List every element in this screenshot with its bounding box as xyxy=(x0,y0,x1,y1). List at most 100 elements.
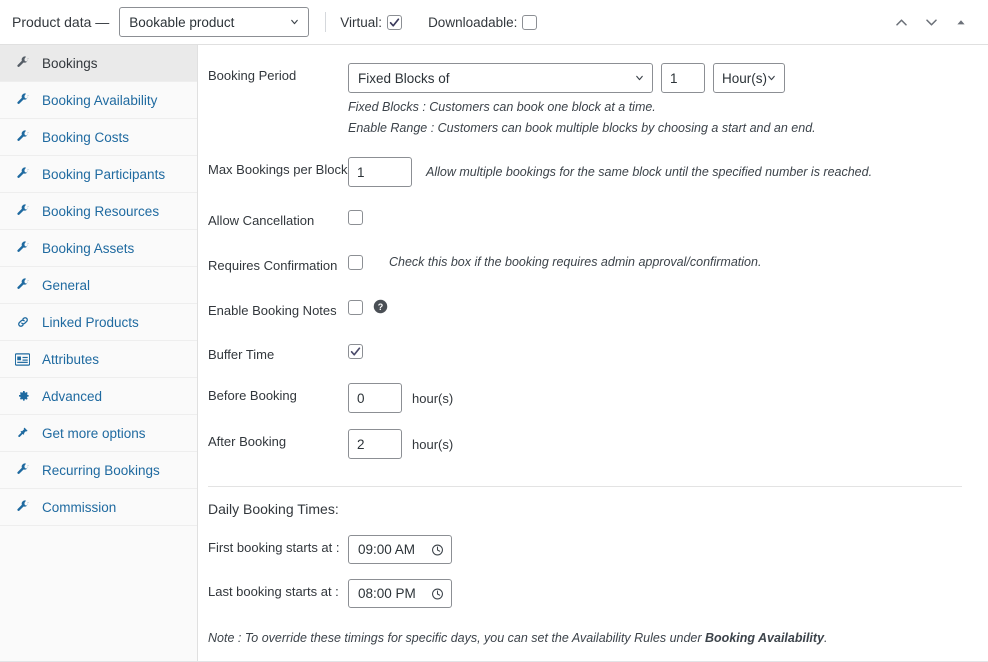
gear-icon xyxy=(14,389,31,403)
booking-period-unit-select[interactable]: Hour(s) xyxy=(713,63,785,93)
sidebar-item-label: Booking Availability xyxy=(42,92,158,108)
sidebar-item-label: Booking Assets xyxy=(42,240,135,256)
buffer-time-label: Buffer Time xyxy=(208,347,275,362)
sidebar-item-label: Get more options xyxy=(42,425,146,441)
max-bookings-desc: Allow multiple bookings for the same blo… xyxy=(426,165,873,179)
wrench-icon xyxy=(14,93,31,107)
sidebar-item-booking-availability[interactable]: Booking Availability xyxy=(0,82,197,119)
product-data-sidebar: Bookings Booking Availability Booking Co… xyxy=(0,45,198,661)
sidebar-item-label: Linked Products xyxy=(42,314,139,330)
bookings-settings-content: Booking Period Fixed Blocks of Hour(s) xyxy=(198,45,988,661)
header-divider xyxy=(325,12,327,32)
plug-icon xyxy=(14,426,31,440)
panel-header: Product data — Bookable product Virtual:… xyxy=(0,0,988,45)
virtual-field[interactable]: Virtual: xyxy=(340,14,403,30)
requires-confirmation-checkbox[interactable] xyxy=(348,255,363,270)
checkmark-icon xyxy=(350,347,361,356)
downloadable-label: Downloadable: xyxy=(428,14,518,30)
sidebar-item-label: Advanced xyxy=(42,388,103,404)
wrench-icon xyxy=(14,241,31,255)
wrench-icon xyxy=(14,463,31,477)
sidebar-item-label: Recurring Bookings xyxy=(42,462,160,478)
booking-period-label: Booking Period xyxy=(208,68,297,83)
max-bookings-label: Max Bookings per Block xyxy=(208,162,348,177)
after-booking-unit: hour(s) xyxy=(412,436,454,452)
sidebar-item-bookings[interactable]: Bookings xyxy=(0,45,197,82)
before-booking-unit: hour(s) xyxy=(412,390,454,406)
sidebar-item-get-more-options[interactable]: Get more options xyxy=(0,415,197,452)
allow-cancellation-row: Allow Cancellation xyxy=(198,208,976,230)
clock-icon xyxy=(432,544,443,555)
max-bookings-input[interactable] xyxy=(348,157,412,187)
booking-period-desc-row: Fixed Blocks : Customers can book one bl… xyxy=(198,97,976,139)
enable-booking-notes-checkbox[interactable] xyxy=(348,300,363,315)
wrench-icon xyxy=(14,278,31,292)
panel-body: Bookings Booking Availability Booking Co… xyxy=(0,45,988,661)
allow-cancellation-checkbox[interactable] xyxy=(348,210,363,225)
last-booking-time-input[interactable]: 08:00 PM xyxy=(348,579,452,608)
sidebar-item-linked-products[interactable]: Linked Products xyxy=(0,304,197,341)
sidebar-item-label: Bookings xyxy=(42,55,98,71)
availability-note-suffix: . xyxy=(824,631,828,645)
sidebar-item-label: Booking Resources xyxy=(42,203,160,219)
spacer-label xyxy=(208,97,348,101)
sidebar-item-label: Attributes xyxy=(42,351,100,367)
downloadable-field[interactable]: Downloadable: xyxy=(428,14,538,30)
requires-confirmation-row: Requires Confirmation Check this box if … xyxy=(198,253,976,275)
product-type-select[interactable]: Bookable product xyxy=(119,7,310,37)
sidebar-item-booking-participants[interactable]: Booking Participants xyxy=(0,156,197,193)
booking-period-desc-range: Enable Range : Customers can book multip… xyxy=(348,121,816,135)
sidebar-item-attributes[interactable]: Attributes xyxy=(0,341,197,378)
max-bookings-row: Max Bookings per Block Allow multiple bo… xyxy=(198,157,976,187)
panel-header-tools xyxy=(890,11,976,33)
allow-cancellation-label: Allow Cancellation xyxy=(208,213,315,228)
booking-period-mode-select[interactable]: Fixed Blocks of xyxy=(348,63,653,93)
daily-booking-times-title: Daily Booking Times: xyxy=(208,501,339,517)
booking-period-unit-value: Hour(s) xyxy=(722,70,768,86)
help-icon[interactable]: ? xyxy=(373,299,389,315)
requires-confirmation-label: Requires Confirmation xyxy=(208,258,338,273)
booking-period-row: Booking Period Fixed Blocks of Hour(s) xyxy=(198,63,976,93)
chevron-down-icon xyxy=(768,75,775,81)
first-booking-time-input[interactable]: 09:00 AM xyxy=(348,535,452,564)
move-up-icon[interactable] xyxy=(890,11,912,33)
wrench-icon xyxy=(14,130,31,144)
buffer-time-checkbox[interactable] xyxy=(348,344,363,359)
before-booking-input[interactable] xyxy=(348,383,402,413)
availability-note: Note : To override these timings for spe… xyxy=(198,629,976,647)
booking-period-count-input[interactable] xyxy=(661,63,705,93)
sidebar-item-label: General xyxy=(42,277,91,293)
product-type-value: Bookable product xyxy=(129,14,235,30)
link-icon xyxy=(14,315,31,329)
buffer-time-row: Buffer Time xyxy=(198,342,976,364)
after-booking-input[interactable] xyxy=(348,429,402,459)
sidebar-item-commission[interactable]: Commission xyxy=(0,489,197,526)
chevron-down-icon xyxy=(291,19,299,25)
booking-period-desc-fixed: Fixed Blocks : Customers can book one bl… xyxy=(348,100,656,114)
enable-booking-notes-row: Enable Booking Notes ? xyxy=(198,298,976,320)
section-divider-1 xyxy=(208,486,962,487)
downloadable-checkbox[interactable] xyxy=(522,14,538,30)
sidebar-item-advanced[interactable]: Advanced xyxy=(0,378,197,415)
toggle-panel-icon[interactable] xyxy=(950,11,972,33)
sidebar-item-booking-resources[interactable]: Booking Resources xyxy=(0,193,197,230)
after-booking-label: After Booking xyxy=(208,434,287,449)
sidebar-item-booking-costs[interactable]: Booking Costs xyxy=(0,119,197,156)
after-booking-row: After Booking hour(s) xyxy=(198,429,976,459)
move-down-icon[interactable] xyxy=(920,11,942,33)
before-booking-label: Before Booking xyxy=(208,388,297,403)
sidebar-item-recurring-bookings[interactable]: Recurring Bookings xyxy=(0,452,197,489)
product-data-panel: Product data — Bookable product Virtual:… xyxy=(0,0,988,662)
last-booking-label: Last booking starts at : xyxy=(208,584,339,599)
requires-confirmation-desc: Check this box if the booking requires a… xyxy=(389,254,762,269)
first-booking-row: First booking starts at : 09:00 AM xyxy=(198,535,976,564)
virtual-checkbox[interactable] xyxy=(387,14,403,30)
enable-booking-notes-label: Enable Booking Notes xyxy=(208,303,337,318)
sidebar-item-label: Booking Costs xyxy=(42,129,130,145)
sidebar-item-booking-assets[interactable]: Booking Assets xyxy=(0,230,197,267)
page-title: Product data — xyxy=(12,14,110,30)
booking-period-mode-value: Fixed Blocks of xyxy=(358,70,450,86)
first-booking-time-value: 09:00 AM xyxy=(358,542,416,557)
wrench-icon xyxy=(14,167,31,181)
sidebar-item-general[interactable]: General xyxy=(0,267,197,304)
